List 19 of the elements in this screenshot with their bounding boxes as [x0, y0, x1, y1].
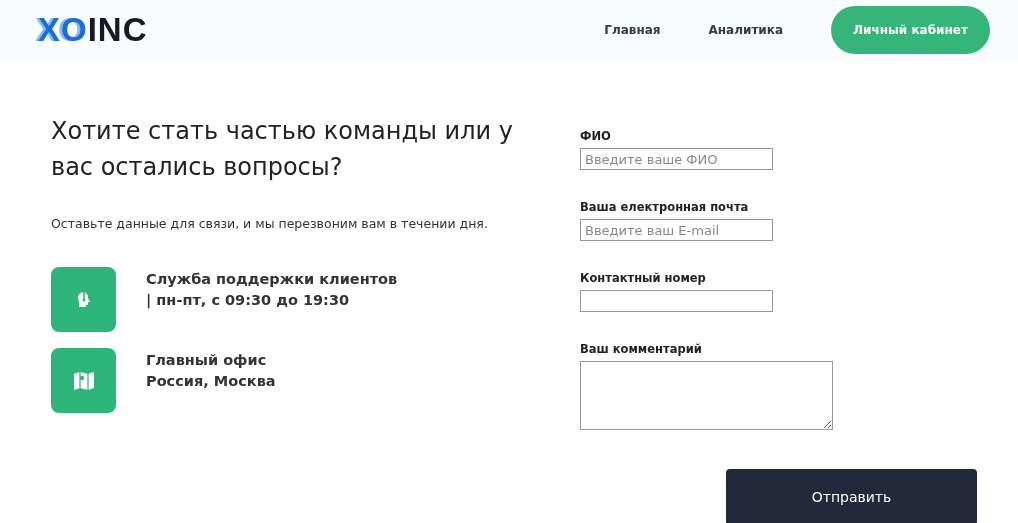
contact-text: Служба поддержки клиентов: [146, 270, 398, 289]
logo[interactable]: XOINC: [38, 11, 148, 49]
nav-link[interactable]: Главная: [604, 23, 661, 37]
input-field[interactable]: [580, 290, 773, 312]
contact-text: | пн-пт, с 09:30 до 19:30: [146, 291, 351, 311]
contact-text: Россия, Москва: [146, 372, 276, 391]
submit-button[interactable]: Отправить: [726, 469, 977, 523]
input-field[interactable]: Введите ваш E-mail: [580, 219, 773, 241]
comment-field[interactable]: [580, 361, 833, 430]
page-heading: Хотите стать частью команды или у вас остались вопросы?: [51, 116, 514, 183]
nav-link[interactable]: Аналитика: [708, 23, 783, 37]
input-field[interactable]: Введите ваше ФИО: [580, 148, 773, 170]
field-label: Ваш комментарий: [580, 342, 703, 356]
map-pin-icon: [72, 370, 95, 391]
intro-text: Оставьте данные для связи, и мы перезвоним вам в течении дня.: [51, 216, 489, 231]
contact-text: Главный офис: [146, 351, 268, 370]
field-label: Ваша електронная почта: [580, 200, 750, 214]
field-label: ФИО: [580, 129, 612, 143]
field-label: Контактный номер: [580, 271, 707, 285]
